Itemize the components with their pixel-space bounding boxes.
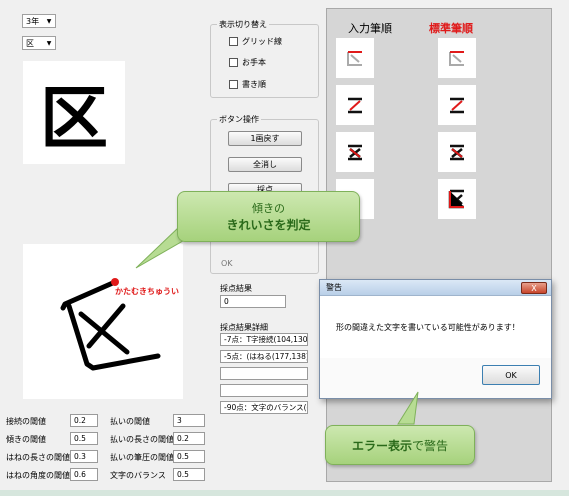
ok-text: OK [221,259,233,268]
threshold-input[interactable]: 0.5 [70,432,98,445]
stroke-thumb-svg [347,51,362,66]
checkbox-box[interactable] [229,37,238,46]
score-detail-row[interactable] [220,367,308,380]
input-stroke-2 [336,85,374,125]
display-toggle-group: 表示切り替え グリッド線 お手本 書き順 [210,19,319,98]
input-stroke-1 [336,38,374,78]
kanji-select[interactable]: 区 ▼ [22,36,56,50]
standard-stroke-3 [438,132,476,172]
clear-all-button[interactable]: 全消し [228,157,302,172]
stroke-thumb-svg [448,189,464,209]
threshold-input[interactable]: 0.3 [70,450,98,463]
callout-error: エラー表示 で警告 [325,425,475,465]
score-detail-row[interactable]: -7点：T字接続(104,130) [220,333,308,346]
threshold-input[interactable]: 0.2 [173,432,205,445]
button-ops-title: ボタン操作 [217,114,261,125]
callout-error-rest: で警告 [412,438,449,453]
dialog-title: 警告 [326,283,342,292]
stroke-thumb-svg [348,97,362,114]
stroke-thumb-svg [450,144,464,161]
stroke-thumb-svg [450,97,464,114]
close-icon[interactable]: X [521,282,547,294]
threshold-input[interactable]: 0.2 [70,414,98,427]
score-detail-row[interactable]: -90点：文字のバランス(-1 [220,401,308,414]
checkbox-box[interactable] [229,80,238,89]
threshold-label: 払いの長さの閾値 [110,435,174,444]
checkbox-label: グリッド線 [242,37,282,46]
checkbox-model[interactable]: お手本 [229,57,266,68]
display-toggle-title: 表示切り替え [217,19,269,30]
checkbox-box[interactable] [229,58,238,67]
threshold-label: 払いの閾値 [110,417,150,426]
standard-stroke-1 [438,38,476,78]
score-detail-label: 採点結果詳細 [220,323,268,332]
threshold-label: 傾きの閾値 [6,435,46,444]
threshold-label: 文字のバランス [110,471,166,480]
threshold-label: はねの長さの閾値 [6,453,70,462]
warning-dialog: 警告 X 形の間違えた文字を書いている可能性があります！ OK [319,279,552,399]
dialog-message: 形の間違えた文字を書いている可能性があります！ [336,322,520,332]
standard-stroke-2 [438,85,476,125]
callout-tilt: 傾きの きれいさを判定 [177,191,360,242]
stroke-thumb-svg [449,51,464,66]
chevron-down-icon: ▼ [46,17,52,25]
input-order-label: 入力筆順 [348,22,392,35]
callout-error-highlight: エラー表示 [351,438,412,453]
grade-select[interactable]: 3年 ▼ [22,14,56,28]
score-detail-row[interactable]: -5点：(はねる(177,138) [220,350,308,363]
input-stroke-3 [336,132,374,172]
threshold-input[interactable]: 3 [173,414,205,427]
callout-tilt-line2: きれいさを判定 [226,218,311,232]
chevron-down-icon: ▼ [46,39,52,47]
kanji-select-value: 区 [26,38,34,48]
threshold-label: 払いの筆圧の閾値 [110,453,174,462]
threshold-label: 接続の閾値 [6,417,46,426]
checkbox-label: 書き順 [242,80,266,89]
score-detail-row[interactable] [220,384,308,397]
window-bottom-edge [0,490,569,496]
standard-order-label: 標準筆順 [429,22,473,35]
dialog-ok-button[interactable]: OK [482,365,540,385]
checkbox-label: お手本 [242,58,266,67]
checkbox-grid-lines[interactable]: グリッド線 [229,36,282,47]
score-result-field[interactable]: 0 [220,295,286,308]
threshold-input[interactable]: 0.5 [173,450,205,463]
threshold-label: はねの角度の閾値 [6,471,70,480]
undo-stroke-button[interactable]: 1画戻す [228,131,302,146]
grade-select-value: 3年 [26,16,40,26]
sample-kanji: 区 [39,80,108,159]
threshold-input[interactable]: 0.5 [173,468,205,481]
callout-tilt-line1: 傾きの [252,202,285,215]
threshold-input[interactable]: 0.6 [70,468,98,481]
standard-stroke-4 [438,179,476,219]
dialog-message-area: 形の間違えた文字を書いている可能性があります！ [320,296,551,358]
score-result-label: 採点結果 [220,284,252,293]
stroke-thumb-svg [348,144,362,161]
dialog-titlebar: 警告 [320,280,551,296]
checkbox-stroke-order[interactable]: 書き順 [229,79,266,90]
tilt-warning-annotation: かたむきちゅうい [115,287,179,296]
sample-kanji-panel: 区 [23,61,125,164]
